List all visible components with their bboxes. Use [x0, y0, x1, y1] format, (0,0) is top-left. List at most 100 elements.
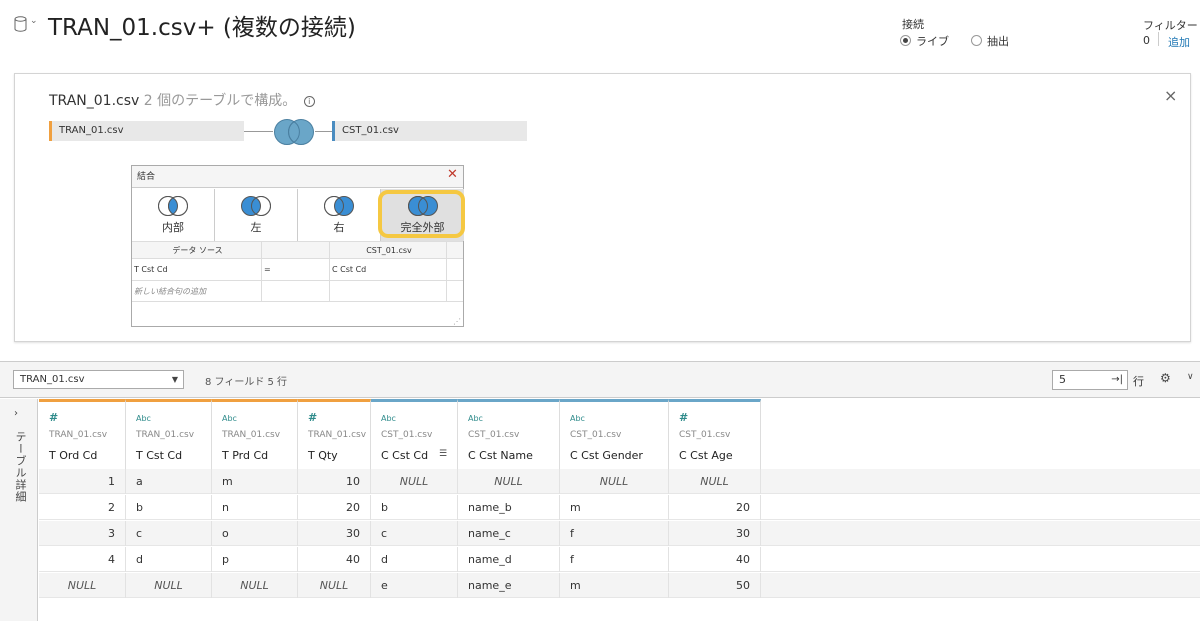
radio-unselected-icon[interactable] — [971, 35, 982, 46]
filter-count: 0 — [1143, 34, 1150, 47]
table-cell: 10 — [298, 469, 371, 494]
column-header[interactable]: Abc CST_01.csv C Cst Gender — [560, 399, 669, 469]
datasource-select[interactable]: TRAN_01.csv ▼ — [13, 370, 184, 389]
join-clause-left[interactable]: T Cst Cd — [132, 259, 262, 280]
table-cell: b — [371, 495, 458, 520]
empty-cell — [330, 281, 447, 301]
info-icon[interactable]: i — [303, 96, 315, 107]
selection-highlight — [378, 190, 465, 238]
connection-label: 接続 — [902, 18, 924, 31]
table-row: 3 c o 30 c name_c f 30 — [39, 521, 1200, 546]
table-cell: NULL — [126, 573, 212, 598]
table-cell: NULL — [458, 469, 560, 494]
table-cell: NULL — [560, 469, 669, 494]
table-cell: NULL — [669, 469, 761, 494]
column-source: CST_01.csv — [468, 430, 520, 440]
right-table-pill[interactable]: CST_01.csv — [332, 121, 527, 141]
table-cell: m — [212, 469, 298, 494]
close-icon[interactable]: × — [1164, 86, 1177, 105]
column-header[interactable]: # CST_01.csv C Cst Age — [669, 399, 761, 469]
column-name[interactable]: C Cst Gender — [570, 449, 643, 462]
filter-label: フィルター — [1143, 19, 1198, 32]
number-type-icon[interactable]: # — [308, 411, 317, 424]
column-source: TRAN_01.csv — [136, 430, 195, 440]
join-type-full-outer[interactable]: 完全外部 — [378, 189, 465, 241]
join-clause-right[interactable]: C Cst Cd — [330, 259, 447, 280]
string-type-icon[interactable]: Abc — [136, 414, 151, 423]
expand-arrow-icon[interactable]: › — [14, 408, 18, 419]
full-outer-join-icon[interactable] — [272, 118, 316, 146]
table-row: 4 d p 40 d name_d f 40 — [39, 547, 1200, 572]
column-header[interactable]: Abc CST_01.csv C Cst Cd ☰ — [371, 399, 458, 469]
table-cell: a — [126, 469, 212, 494]
string-type-icon[interactable]: Abc — [468, 414, 483, 423]
table-cell: f — [560, 521, 669, 546]
join-dialog-title: 結合 — [132, 166, 463, 188]
radio-selected-icon[interactable] — [900, 35, 911, 46]
close-icon[interactable]: ✕ — [447, 167, 458, 182]
table-cell: name_d — [458, 547, 560, 572]
join-connector — [244, 131, 273, 132]
join-type-label: 右 — [333, 221, 345, 234]
table-row: 1 a m 10 NULL NULL NULL NULL — [39, 469, 1200, 494]
number-type-icon[interactable]: # — [679, 411, 688, 424]
sort-icon[interactable]: ☰ — [439, 449, 447, 459]
number-type-icon[interactable]: # — [49, 411, 58, 424]
column-name[interactable]: T Qty — [308, 449, 338, 462]
join-type-left[interactable]: 左 — [215, 189, 298, 241]
database-icon — [14, 16, 27, 32]
resize-handle-icon[interactable]: ⋰ — [453, 317, 461, 326]
column-name[interactable]: C Cst Age — [679, 449, 733, 462]
table-cell: 30 — [298, 521, 371, 546]
left-table-pill[interactable]: TRAN_01.csv — [49, 121, 244, 141]
data-grid-toolbar: TRAN_01.csv ▼ 8 フィールド 5 行 5 →| 行 ⚙ ∨ — [0, 362, 1200, 398]
empty-cell — [262, 281, 330, 301]
column-header[interactable]: Abc TRAN_01.csv T Prd Cd — [212, 399, 298, 469]
column-source: TRAN_01.csv — [49, 430, 108, 440]
column-name[interactable]: T Ord Cd — [49, 449, 97, 462]
join-dialog: 結合 ✕ 内部 左 右 完全外部 データ ソース CST_01.csv T Cs… — [131, 165, 465, 327]
row-count-input[interactable]: 5 →| — [1052, 370, 1128, 390]
live-radio[interactable]: ライブ — [900, 33, 949, 49]
datasource-select-value: TRAN_01.csv — [20, 374, 85, 385]
table-details-sidebar[interactable]: › テーブル詳細 — [0, 399, 38, 621]
join-clause-operator[interactable]: = — [262, 259, 330, 280]
column-header[interactable]: # TRAN_01.csv T Ord Cd — [39, 399, 126, 469]
column-source: TRAN_01.csv — [222, 430, 281, 440]
table-cell: NULL — [371, 469, 458, 494]
table-details-label[interactable]: テーブル詳細 — [12, 431, 28, 503]
add-join-clause-row[interactable]: 新しい結合句の追加 — [132, 280, 463, 302]
table-cell: p — [212, 547, 298, 572]
gear-icon[interactable]: ⚙ — [1160, 371, 1171, 385]
table-cell: e — [371, 573, 458, 598]
add-filter-link[interactable]: 追加 — [1168, 34, 1190, 50]
string-type-icon[interactable]: Abc — [222, 414, 237, 423]
table-cell: name_e — [458, 573, 560, 598]
column-name[interactable]: T Prd Cd — [222, 449, 268, 462]
string-type-icon[interactable]: Abc — [381, 414, 396, 423]
apply-rows-icon[interactable]: →| — [1111, 371, 1123, 389]
column-header[interactable]: Abc CST_01.csv C Cst Name — [458, 399, 560, 469]
join-type-label: 左 — [250, 221, 262, 234]
join-connector — [315, 131, 332, 132]
join-type-inner[interactable]: 内部 — [132, 189, 215, 241]
table-cell: name_c — [458, 521, 560, 546]
column-name[interactable]: C Cst Name — [468, 449, 533, 462]
column-header[interactable]: # TRAN_01.csv T Qty — [298, 399, 371, 469]
table-cell: NULL — [212, 573, 298, 598]
table-cell: name_b — [458, 495, 560, 520]
add-join-clause[interactable]: 新しい結合句の追加 — [132, 281, 262, 301]
string-type-icon[interactable]: Abc — [570, 414, 585, 423]
join-clause-row[interactable]: T Cst Cd = C Cst Cd — [132, 258, 463, 280]
extract-radio[interactable]: 抽出 — [971, 33, 1009, 49]
row-count-value: 5 — [1059, 373, 1066, 386]
join-type-right[interactable]: 右 — [298, 189, 381, 241]
column-header[interactable]: Abc TRAN_01.csv T Cst Cd — [126, 399, 212, 469]
column-name[interactable]: C Cst Cd — [381, 449, 428, 462]
chevron-down-icon[interactable]: ∨ — [1187, 372, 1194, 382]
column-name[interactable]: T Cst Cd — [136, 449, 182, 462]
chevron-down-icon[interactable]: ⌄ — [30, 16, 38, 26]
table-cell: c — [126, 521, 212, 546]
table-cell: o — [212, 521, 298, 546]
table-cell: 4 — [39, 547, 126, 572]
